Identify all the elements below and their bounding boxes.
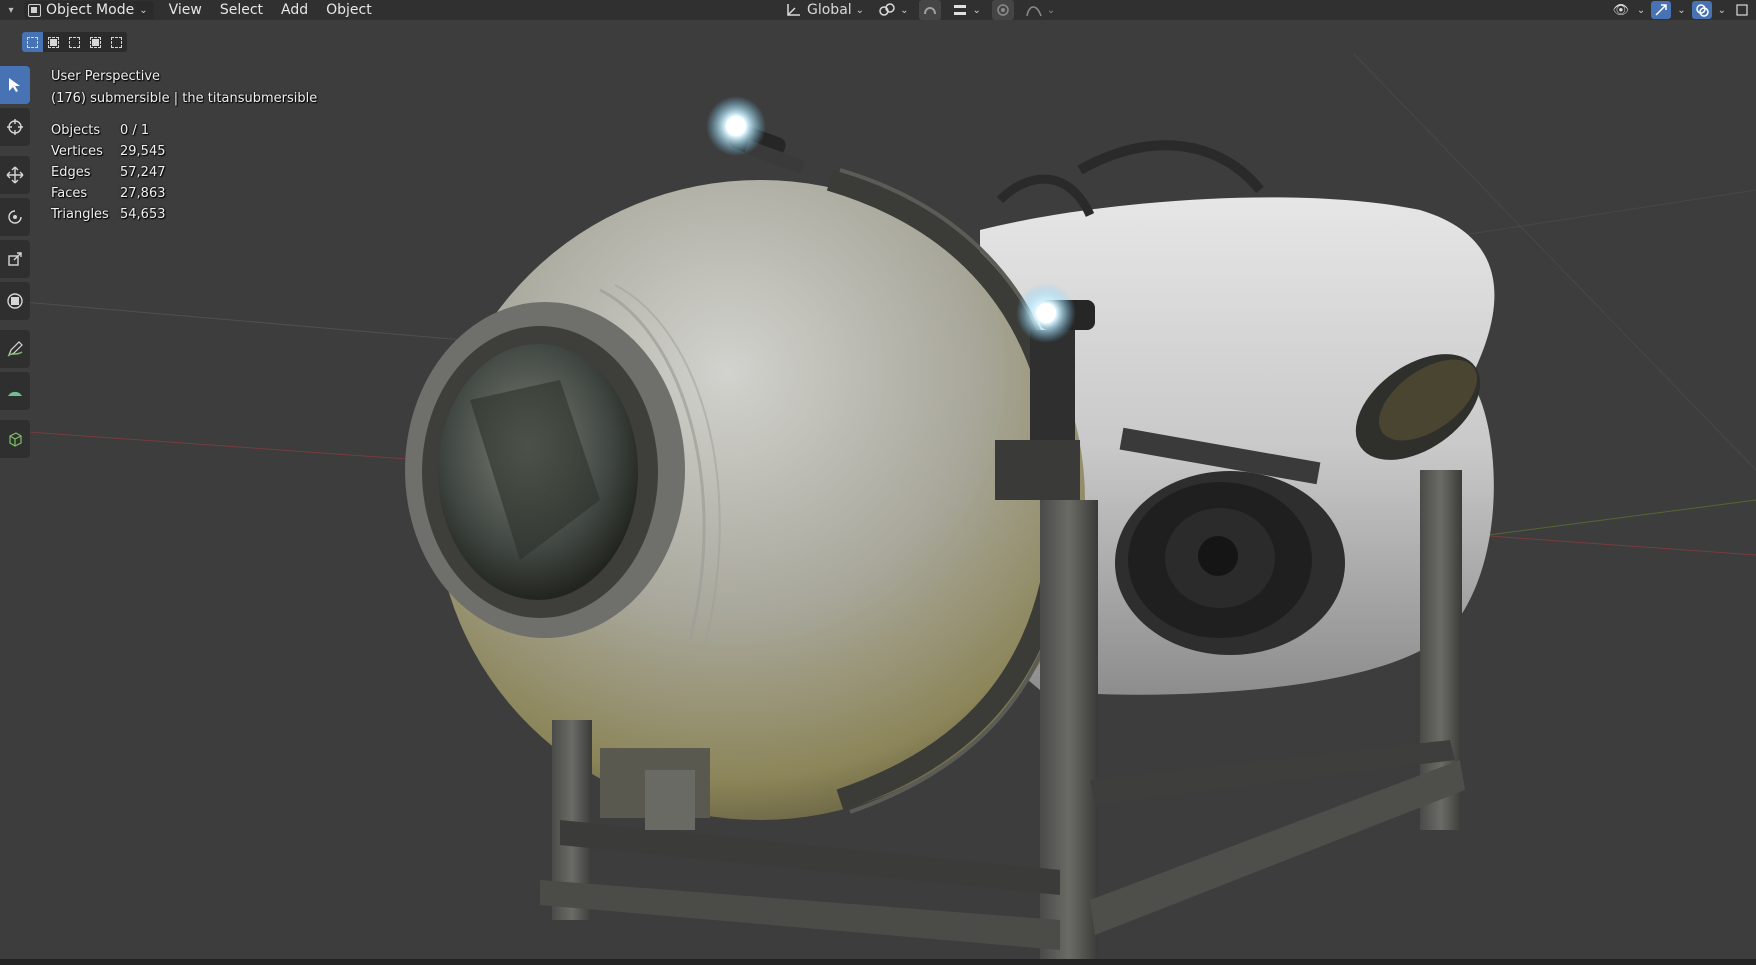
transform-tool[interactable] — [0, 282, 30, 320]
gizmo-arrows-icon — [1655, 4, 1667, 16]
scale-tool[interactable] — [0, 240, 30, 278]
status-bar-edge — [0, 959, 1756, 965]
menu-select[interactable]: Select — [211, 0, 272, 20]
overlay-circles-icon — [1695, 4, 1709, 17]
falloff-dropdown[interactable]: ⌄ — [1022, 0, 1058, 20]
move-tool[interactable] — [0, 156, 30, 194]
header-left-group: ▾ Object Mode ⌄ View Select Add Object — [0, 0, 381, 20]
header-right-group: 👁 ⌄ ⌄ ⌄ — [1611, 0, 1756, 20]
viewport-info-overlay: User Perspective (176) submersible | the… — [51, 66, 317, 225]
snap-target-dropdown[interactable]: ⌄ — [949, 0, 983, 20]
transform-orientation-icon — [787, 4, 800, 16]
transform-icon — [7, 293, 23, 309]
stat-value: 57,247 — [120, 165, 166, 180]
select-intersect-icon — [111, 36, 122, 48]
select-intersect-button[interactable] — [106, 32, 127, 52]
chevron-down-icon: ⌄ — [972, 4, 981, 16]
mode-selector[interactable]: Object Mode ⌄ — [24, 1, 154, 19]
move-arrows-icon — [6, 166, 24, 184]
overlay-icon[interactable] — [1691, 1, 1712, 19]
stat-label: Faces — [51, 186, 88, 201]
xray-icon[interactable] — [1732, 1, 1752, 19]
viewport-header: ▾ Object Mode ⌄ View Select Add Object G… — [0, 0, 1756, 20]
measure-icon — [8, 391, 22, 396]
stat-value: 29,545 — [120, 144, 166, 159]
pivot-point-dropdown[interactable]: ⌄ — [875, 0, 911, 20]
gizmo-icon[interactable] — [1651, 1, 1672, 19]
cursor-tool[interactable] — [0, 108, 30, 146]
proportional-editing-icon — [997, 4, 1009, 16]
chevron-down-icon: ⌄ — [1046, 4, 1056, 16]
transform-orientation-label: Global — [807, 2, 852, 18]
menu-object[interactable]: Object — [317, 0, 381, 20]
3d-viewport[interactable]: User Perspective (176) submersible | the… — [0, 54, 1756, 959]
scene-statistics: Objects 0 / 1 Vertices 29,545 Edges 57,2… — [51, 120, 317, 225]
scale-icon — [8, 252, 22, 266]
select-cursor-icon — [9, 78, 20, 92]
snap-toggle[interactable] — [919, 0, 942, 20]
stat-row-triangles: Triangles 54,653 — [51, 204, 317, 225]
measure-tool[interactable] — [0, 372, 30, 410]
chevron-down-icon: ⌄ — [855, 4, 865, 16]
chevron-down-icon[interactable]: ⌄ — [1677, 5, 1685, 16]
transform-orientation-dropdown[interactable]: Global ⌄ — [782, 0, 867, 20]
select-extend-icon — [48, 36, 59, 48]
stat-row-edges: Edges 57,247 — [51, 162, 317, 183]
rotate-icon — [8, 210, 22, 224]
select-subtract-button[interactable] — [64, 32, 85, 52]
stat-label: Triangles — [51, 207, 109, 222]
visibility-icon[interactable]: 👁 — [1611, 1, 1631, 19]
active-object-label: (176) submersible | the titansubmersible — [51, 91, 318, 106]
chevron-down-icon[interactable]: ⌄ — [1637, 5, 1645, 16]
select-mode-group — [22, 32, 127, 52]
chevron-down-icon: ⌄ — [139, 4, 148, 16]
stat-row-vertices: Vertices 29,545 — [51, 141, 317, 162]
xray-box-icon — [1736, 4, 1748, 16]
pencil-icon — [7, 341, 23, 357]
stat-value: 27,863 — [120, 186, 166, 201]
snap-icon — [924, 7, 937, 15]
chevron-down-icon: ⌄ — [900, 4, 909, 16]
stat-value: 0 / 1 — [120, 123, 150, 138]
snap-increment-icon — [954, 5, 967, 15]
rotate-tool[interactable] — [0, 198, 30, 236]
stat-value: 54,653 — [120, 207, 166, 222]
pivot-point-icon — [879, 3, 895, 16]
tool-settings-bar — [0, 30, 127, 54]
menu-view[interactable]: View — [160, 0, 211, 20]
object-mode-icon — [28, 3, 41, 17]
add-cube-tool[interactable] — [0, 420, 30, 458]
select-invert-icon — [90, 36, 101, 48]
stat-row-objects: Objects 0 / 1 — [51, 120, 317, 141]
select-new-button[interactable] — [22, 32, 43, 52]
stat-label: Objects — [51, 123, 101, 138]
falloff-icon — [1026, 6, 1042, 17]
stat-row-faces: Faces 27,863 — [51, 183, 317, 204]
menu-add[interactable]: Add — [272, 0, 317, 20]
select-box-tool[interactable] — [0, 66, 30, 104]
select-invert-button[interactable] — [85, 32, 106, 52]
editor-type-icon[interactable]: ▾ — [0, 0, 22, 20]
chevron-down-icon[interactable]: ⌄ — [1718, 5, 1726, 16]
select-extend-button[interactable] — [43, 32, 64, 52]
select-subtract-icon — [69, 36, 80, 48]
stat-label: Edges — [51, 165, 91, 180]
crosshair-icon — [7, 119, 23, 135]
mode-label: Object Mode — [46, 2, 135, 18]
stat-label: Vertices — [51, 144, 103, 159]
perspective-label: User Perspective — [51, 69, 161, 84]
proportional-editing-toggle[interactable] — [991, 0, 1014, 20]
annotate-tool[interactable] — [0, 330, 30, 368]
cube-icon — [9, 432, 22, 447]
tool-shelf — [0, 66, 30, 462]
header-center-group: Global ⌄ ⌄ ⌄ ⌄ — [782, 0, 1058, 20]
select-new-icon — [27, 36, 38, 48]
